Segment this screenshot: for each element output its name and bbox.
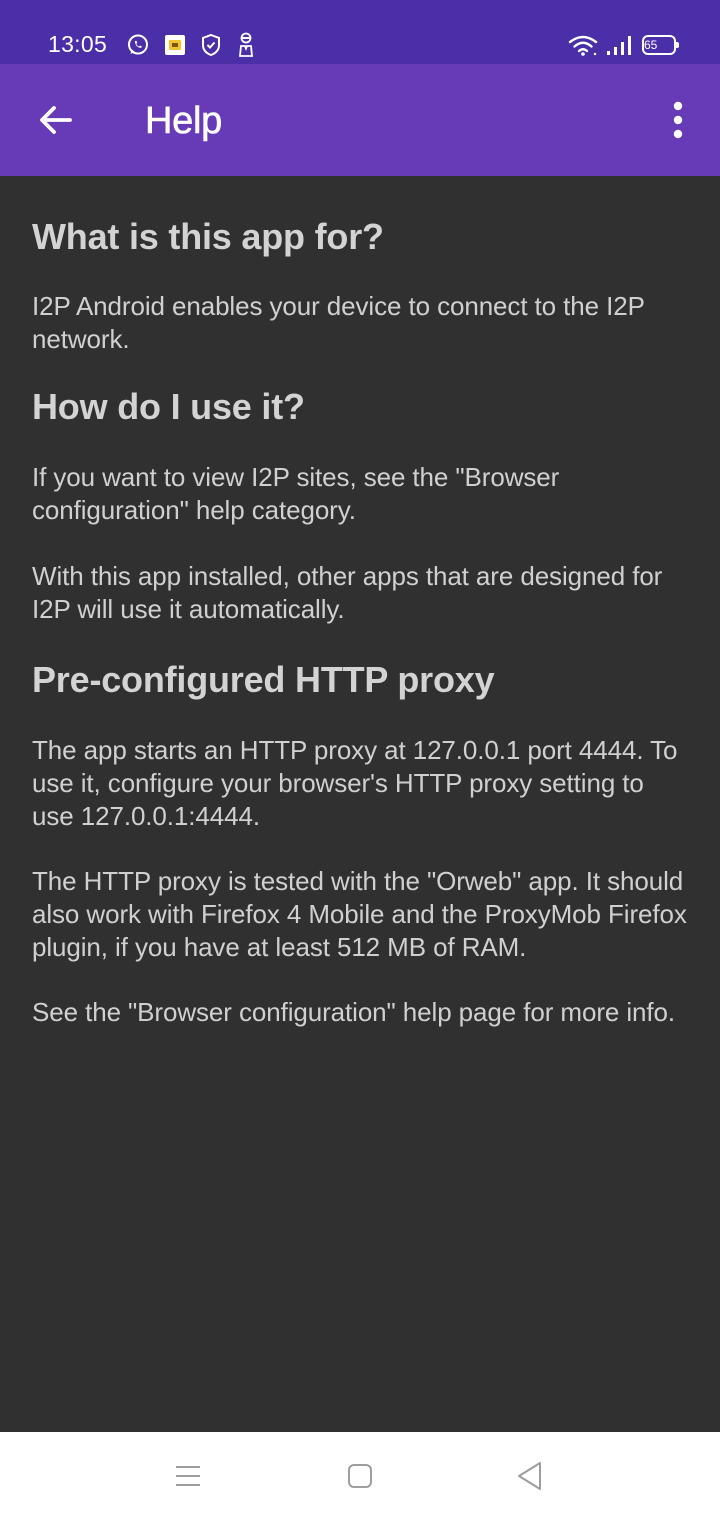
status-icons-left: [126, 31, 256, 59]
status-icons-right: 65: [568, 31, 679, 59]
section-paragraph: With this app installed, other apps that…: [32, 561, 663, 624]
status-bar: 13:05 65: [0, 0, 720, 64]
section-heading: Pre-configured HTTP proxy: [32, 659, 495, 700]
back-button[interactable]: [24, 88, 88, 152]
home-icon: [348, 1464, 372, 1488]
notification-app-icon: [164, 34, 186, 56]
overflow-menu-button[interactable]: [656, 88, 700, 152]
wifi-icon: [568, 34, 598, 56]
recent-apps-button[interactable]: [164, 1452, 212, 1500]
page-title: Help: [145, 100, 223, 143]
spy-icon: [236, 32, 256, 58]
whatsapp-icon: [126, 33, 150, 57]
section-heading: How do I use it?: [32, 386, 305, 427]
status-time: 13:05: [48, 31, 108, 57]
cellular-signal-icon: [606, 34, 634, 56]
home-button[interactable]: [336, 1452, 384, 1500]
section-heading: What is this app for?: [32, 216, 384, 257]
vpn-shield-icon: [200, 33, 222, 57]
back-triangle-icon: [518, 1462, 541, 1490]
navigation-bar: [0, 1432, 720, 1520]
section-paragraph: The app starts an HTTP proxy at 127.0.0.…: [32, 735, 678, 831]
section-paragraph: The HTTP proxy is tested with the "Orweb…: [32, 866, 687, 962]
help-content: What is this app for? I2P Android enable…: [32, 176, 692, 1029]
section-paragraph: See the "Browser configuration" help pag…: [32, 997, 676, 1027]
section-paragraph: I2P Android enables your device to conne…: [32, 291, 645, 354]
arrow-left-icon: [40, 106, 72, 134]
section-paragraph: If you want to view I2P sites, see the "…: [32, 462, 560, 525]
app-bar: Help: [0, 64, 720, 176]
more-vert-icon: [673, 101, 683, 139]
battery-icon: 65: [642, 35, 679, 55]
back-nav-button[interactable]: [506, 1452, 554, 1500]
recent-apps-icon: [176, 1466, 200, 1486]
